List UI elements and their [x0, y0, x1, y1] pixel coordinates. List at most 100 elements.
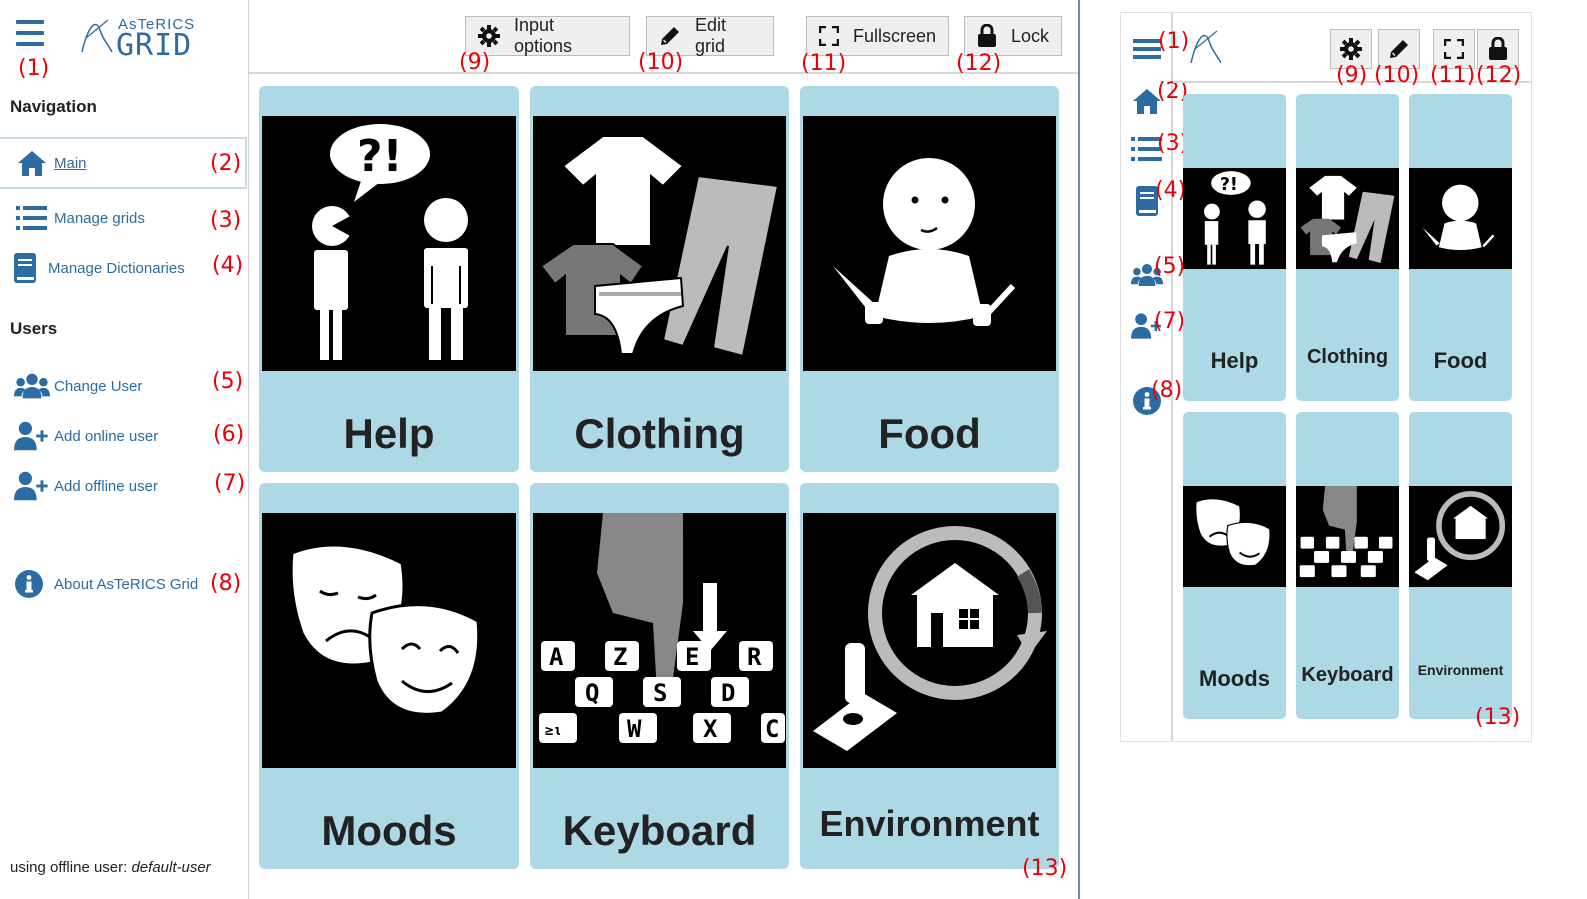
- pencil-icon: [660, 27, 679, 45]
- sidebar-item-label: Manage grids: [54, 209, 145, 227]
- help-pictogram: ?!: [1183, 168, 1286, 269]
- marker-8: (8): [210, 571, 242, 596]
- marker-11: (11): [801, 51, 847, 76]
- edit-grid-label: Edit grid: [694, 15, 727, 56]
- mini-grid-tile-environment[interactable]: Environment: [1409, 412, 1512, 719]
- navigation-heading: Navigation: [10, 97, 97, 116]
- offline-user-prefix: using offline user:: [10, 859, 132, 876]
- food-pictogram: [803, 116, 1056, 371]
- marker-6: (6): [213, 422, 245, 447]
- marker-2: (2): [210, 151, 242, 176]
- mini-grid-tile-clothing[interactable]: Clothing: [1296, 94, 1399, 401]
- keyboard-pictogram: [1296, 486, 1399, 587]
- clothing-pictogram: [1296, 168, 1399, 269]
- fullscreen-button[interactable]: Fullscreen: [806, 16, 949, 56]
- help-pictogram: ?!: [262, 116, 516, 371]
- lock-icon: [1489, 37, 1507, 60]
- users-heading: Users: [10, 319, 58, 338]
- asterics-grid-logo: AsTeRICS GRID: [78, 14, 208, 63]
- svg-text:E: E: [685, 643, 699, 671]
- mini-grid-tile-help[interactable]: ?! Help: [1183, 94, 1286, 401]
- fullscreen-label: Fullscreen: [852, 25, 936, 46]
- fullscreen-icon: [819, 26, 839, 46]
- offline-user-status: using offline user: default-user: [10, 859, 211, 876]
- grid-tile-environment[interactable]: Environment: [800, 483, 1059, 869]
- sidebar: (1) AsTeRICS GRID Navigation Main (2) Ma…: [0, 0, 249, 899]
- tile-label: Keyboard: [1301, 664, 1394, 686]
- environment-pictogram: [803, 513, 1056, 768]
- lock-label: Lock: [1010, 25, 1049, 46]
- svg-text:S: S: [653, 679, 667, 707]
- input-options-label: Input options: [513, 15, 573, 56]
- sidebar-item-label: About AsTeRICS Grid: [54, 575, 199, 593]
- home-icon: [14, 147, 50, 179]
- mini-marker-11: (11): [1430, 63, 1476, 88]
- marker-4: (4): [212, 253, 244, 278]
- mini-marker-13: (13): [1475, 705, 1521, 730]
- moods-pictogram: [1183, 486, 1286, 587]
- keyboard-pictogram: A Z E R Q S D ≥ι W X C: [533, 513, 786, 768]
- sidebar-item-label: Manage Dictionaries: [48, 259, 185, 277]
- screenshot-root: (1) AsTeRICS GRID Navigation Main (2) Ma…: [0, 0, 1587, 899]
- tile-label: Environment: [819, 803, 1040, 844]
- tile-label: Environment: [1417, 662, 1504, 678]
- svg-text:?!: ?!: [1220, 175, 1238, 195]
- grid-tile-food[interactable]: Food: [800, 86, 1059, 472]
- logo-swirl-icon: [81, 19, 113, 53]
- tile-label: Food: [878, 410, 981, 457]
- mini-marker-4: (4): [1155, 178, 1187, 203]
- grid-tile-help[interactable]: ?! Help: [259, 86, 519, 472]
- grid-tile-clothing[interactable]: Clothing: [530, 86, 789, 472]
- svg-text:A: A: [549, 643, 564, 671]
- tile-label: Keyboard: [562, 807, 757, 854]
- svg-text:X: X: [703, 715, 718, 743]
- grid-tile-moods[interactable]: Moods: [259, 483, 519, 869]
- lock-button[interactable]: Lock: [964, 16, 1062, 56]
- full-app-window: (1) AsTeRICS GRID Navigation Main (2) Ma…: [0, 0, 1080, 899]
- mini-marker-7: (7): [1154, 309, 1186, 334]
- clothing-pictogram: [533, 116, 786, 371]
- svg-text:C: C: [765, 715, 779, 743]
- offline-user-name: default-user: [131, 859, 211, 876]
- marker-10: (10): [638, 50, 684, 75]
- mini-app-window: (1) (2) (3) (4) (5) (7) (8) (9) (10) (11…: [1120, 12, 1532, 742]
- marker-9: (9): [459, 50, 491, 75]
- marker-1: (1): [18, 56, 50, 81]
- sidebar-item-change-user[interactable]: Change User: [0, 360, 247, 412]
- marker-13: (13): [1022, 856, 1068, 881]
- marker-7: (7): [214, 471, 246, 496]
- sidebar-item-label: Add online user: [54, 427, 159, 445]
- marker-3: (3): [210, 208, 242, 233]
- mini-marker-9: (9): [1336, 63, 1368, 88]
- environment-pictogram: [1409, 486, 1512, 587]
- mini-marker-8: (8): [1151, 378, 1183, 403]
- tile-label: Moods: [1199, 666, 1270, 691]
- mini-marker-5: (5): [1154, 254, 1186, 279]
- lock-icon: [977, 24, 996, 47]
- tile-label: Help: [343, 410, 435, 457]
- tile-label: Food: [1433, 348, 1488, 373]
- user-plus-icon: [14, 470, 50, 502]
- svg-text:R: R: [747, 643, 762, 671]
- info-icon: [14, 568, 44, 600]
- sidebar-item-label: Main: [54, 154, 87, 172]
- tile-label: Clothing: [1306, 346, 1389, 368]
- tile-label: Help: [1210, 348, 1259, 373]
- mini-grid-tile-keyboard[interactable]: Keyboard: [1296, 412, 1399, 719]
- mini-grid-tile-food[interactable]: Food: [1409, 94, 1512, 401]
- mini-grid-tile-moods[interactable]: Moods: [1183, 412, 1286, 719]
- grid-tile-keyboard[interactable]: A Z E R Q S D ≥ι W X C Keyboard: [530, 483, 789, 869]
- sidebar-item-manage-dictionaries[interactable]: Manage Dictionaries: [0, 242, 247, 294]
- svg-text:W: W: [627, 715, 642, 743]
- sidebar-item-label: Add offline user: [54, 477, 158, 495]
- sidebar-item-add-online-user[interactable]: Add online user: [0, 410, 247, 462]
- fullscreen-icon: [1444, 39, 1464, 59]
- mini-marker-12: (12): [1476, 63, 1522, 88]
- marker-5: (5): [212, 369, 244, 394]
- sidebar-item-add-offline-user[interactable]: Add offline user: [0, 460, 247, 512]
- svg-text:≥ι: ≥ι: [545, 723, 562, 739]
- gear-icon: [1340, 38, 1362, 60]
- menu-hamburger-icon[interactable]: [16, 20, 44, 46]
- mini-sidebar: [1121, 13, 1173, 741]
- svg-text:Q: Q: [585, 679, 599, 707]
